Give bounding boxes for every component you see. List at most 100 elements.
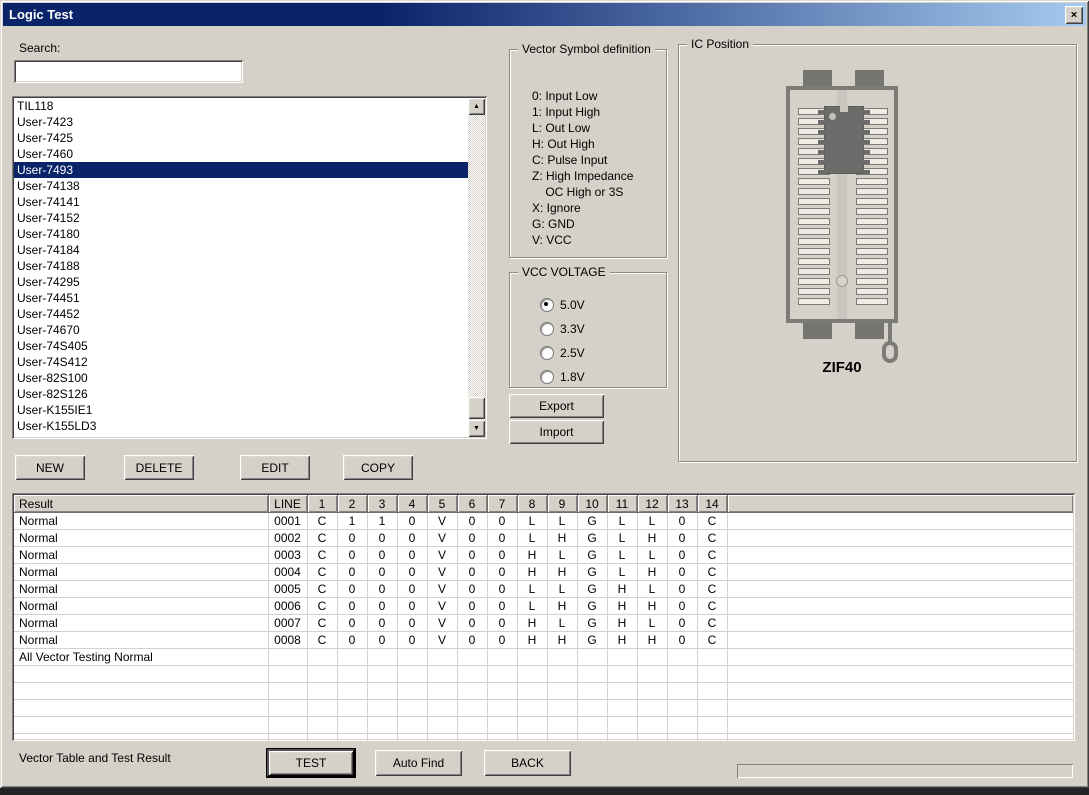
list-item[interactable]: User-74S405 [14,338,468,354]
socket-label: ZIF40 [786,359,898,376]
pin-slot [798,288,830,295]
list-item[interactable]: User-74670 [14,322,468,338]
value-cell: 0 [367,564,397,581]
chip-pin [863,150,870,154]
value-cell: L [547,615,577,632]
progress-bar [737,764,1073,778]
scroll-down-button[interactable]: ▼ [468,420,485,437]
result-cell [14,666,268,683]
test-button[interactable]: TEST [267,749,355,777]
edit-button[interactable]: EDIT [240,455,310,480]
value-cell: C [307,547,337,564]
line-cell: 0003 [268,547,307,564]
list-item[interactable]: User-74184 [14,242,468,258]
new-button[interactable]: NEW [15,455,85,480]
filler-cell [727,547,1073,564]
list-item[interactable]: User-7493 [14,162,468,178]
scroll-up-button[interactable]: ▲ [468,98,485,115]
value-cell: H [547,632,577,649]
pin-slot [856,198,888,205]
list-item[interactable]: User-7423 [14,114,468,130]
value-cell [607,734,637,742]
vcc-option-5.0V[interactable]: 5.0V [540,293,585,317]
chip-pin [863,120,870,124]
delete-button[interactable]: DELETE [124,455,194,480]
list-item[interactable]: User-82S126 [14,386,468,402]
filler-cell [727,700,1073,717]
list-scrollbar[interactable]: ▲ ▼ [468,98,485,437]
value-cell: H [607,615,637,632]
value-cell: L [547,547,577,564]
result-cell [14,683,268,700]
column-header: 14 [697,495,727,513]
scrollbar-thumb[interactable] [468,397,485,419]
list-item[interactable]: User-7460 [14,146,468,162]
list-item[interactable]: User-K155LD3 [14,418,468,434]
value-cell [667,717,697,734]
close-icon [1071,10,1077,19]
back-button[interactable]: BACK [484,750,571,776]
list-item[interactable]: User-74295 [14,274,468,290]
table-row: Normal0001C110V00LLGLL0C [14,513,1073,530]
result-cell [14,700,268,717]
table-row: All Vector Testing Normal [14,649,1073,666]
radio-button[interactable] [540,298,554,312]
column-header: 10 [577,495,607,513]
value-cell: 0 [337,564,367,581]
vcc-voltage-group: VCC VOLTAGE 5.0V3.3V2.5V1.8V [509,272,667,388]
auto-find-button[interactable]: Auto Find [375,750,462,776]
pin-slot [856,258,888,265]
socket-tab [803,322,832,339]
value-cell [577,666,607,683]
result-cell: Normal [14,598,268,615]
vcc-option-1.8V[interactable]: 1.8V [540,365,585,389]
vcc-option-3.3V[interactable]: 3.3V [540,317,585,341]
value-cell: 0 [457,632,487,649]
value-cell: L [547,581,577,598]
value-cell [307,700,337,717]
filler-cell [727,564,1073,581]
list-item[interactable]: User-74138 [14,178,468,194]
title-bar: Logic Test [3,3,1086,26]
copy-button[interactable]: COPY [343,455,413,480]
column-header: LINE [268,495,307,513]
list-item[interactable]: User-74141 [14,194,468,210]
value-cell [577,717,607,734]
vector-symbol-line: V: VCC [532,232,633,248]
column-header: 4 [397,495,427,513]
chip-pin [818,140,825,144]
value-cell: 0 [487,513,517,530]
scrollbar-track[interactable] [468,115,485,420]
value-cell: H [637,598,667,615]
logic-test-dialog: Logic Test Search: TIL118User-7423User-7… [0,0,1089,788]
result-cell [14,717,268,734]
footer-label: Vector Table and Test Result [19,751,171,765]
radio-button[interactable] [540,346,554,360]
list-item[interactable]: User-74180 [14,226,468,242]
vcc-option-2.5V[interactable]: 2.5V [540,341,585,365]
search-input[interactable] [14,60,243,83]
list-item[interactable]: TIL118 [14,98,468,114]
list-item[interactable]: User-74452 [14,306,468,322]
close-button[interactable] [1065,6,1083,24]
radio-button[interactable] [540,370,554,384]
value-cell [607,683,637,700]
list-item[interactable]: User-74188 [14,258,468,274]
import-button[interactable]: Import [509,420,604,444]
value-cell: C [307,530,337,547]
radio-button[interactable] [540,322,554,336]
value-cell: 0 [457,564,487,581]
value-cell: L [517,513,547,530]
list-item[interactable]: User-7425 [14,130,468,146]
value-cell: V [427,564,457,581]
value-cell [487,649,517,666]
list-item[interactable]: User-74451 [14,290,468,306]
export-button[interactable]: Export [509,394,604,418]
list-item[interactable]: User-82S100 [14,370,468,386]
ic-listbox: TIL118User-7423User-7425User-7460User-74… [12,96,487,439]
list-item[interactable]: User-K155IE1 [14,402,468,418]
value-cell: C [307,564,337,581]
list-item[interactable]: User-74152 [14,210,468,226]
list-item[interactable]: User-74S412 [14,354,468,370]
value-cell [547,734,577,742]
